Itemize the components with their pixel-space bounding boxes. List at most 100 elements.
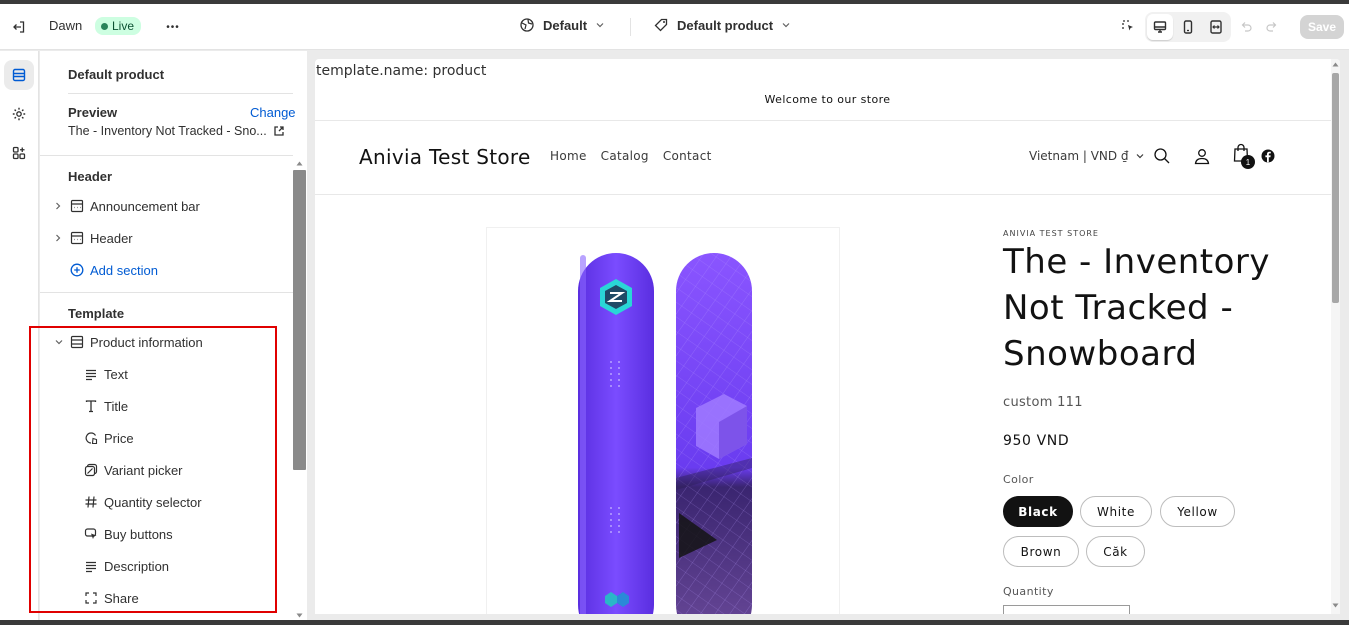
add-section-label: Add section [90, 262, 158, 278]
inspector-button[interactable] [1115, 13, 1141, 39]
chevron-down-icon [1136, 154, 1143, 159]
template-group-label: Template [68, 306, 125, 321]
mobile-icon [1183, 20, 1193, 34]
live-label: Live [112, 19, 135, 33]
announcement-text[interactable]: Welcome to our store [315, 93, 1340, 106]
scroll-up-arrow-icon [1332, 62, 1339, 67]
redo-icon [1266, 22, 1277, 32]
product-selector[interactable]: Default product [653, 17, 791, 33]
quantity-stepper[interactable] [1003, 605, 1130, 614]
section-announcement-bar[interactable]: Announcement bar [54, 196, 200, 216]
chevron-right-icon [54, 201, 64, 211]
add-section-button[interactable]: Add section [70, 260, 158, 280]
quantity-label: Quantity [1003, 585, 1054, 598]
sidebar-scrollbar[interactable] [293, 157, 307, 625]
fullwidth-view-button[interactable] [1203, 14, 1229, 40]
fullscreen-icon [1210, 20, 1222, 34]
color-option-yellow[interactable]: Yellow [1160, 496, 1235, 527]
storefront-preview: template.name: product Welcome to our st… [315, 59, 1340, 614]
header-group-label: Header [68, 169, 113, 184]
exit-icon[interactable] [6, 14, 32, 40]
redo-button[interactable] [1259, 14, 1285, 40]
desktop-icon [1153, 21, 1167, 33]
sections-tab[interactable] [4, 60, 34, 90]
color-option-brown[interactable]: Brown [1003, 536, 1079, 567]
cart-count-badge: 1 [1241, 155, 1255, 169]
nav-catalog[interactable]: Catalog [601, 149, 649, 163]
section-layout-icon [70, 199, 84, 213]
main-nav: Home Catalog Contact [550, 149, 712, 163]
divider [40, 155, 293, 156]
undo-button[interactable] [1233, 14, 1259, 40]
preview-scroll-thumb[interactable] [1332, 73, 1339, 303]
highlight-box [29, 326, 277, 613]
apps-icon [12, 146, 26, 160]
mobile-view-button[interactable] [1175, 14, 1201, 40]
preview-product-name: The - Inventory Not Tracked - Sno... [68, 124, 267, 138]
editor-topbar: Dawn Live ••• Default Default product Sa… [0, 4, 1349, 50]
divider [40, 292, 293, 293]
theme-name: Dawn [49, 18, 83, 33]
inspect-cursor-icon [1122, 20, 1133, 31]
color-option-black[interactable]: Black [1003, 496, 1073, 527]
product-image[interactable] [486, 227, 840, 614]
topbar-divider [630, 18, 631, 36]
store-logo-text[interactable]: Anivia Test Store [359, 145, 531, 169]
scroll-down-arrow-icon [296, 613, 303, 618]
product-text-block: custom 111 [1003, 395, 1083, 410]
apps-tab[interactable] [4, 138, 34, 168]
account-icon[interactable] [1193, 147, 1211, 165]
scroll-down-arrow-icon [1332, 603, 1339, 608]
color-option-cak[interactable]: Căk [1086, 536, 1145, 567]
color-option-label: Color [1003, 473, 1034, 486]
desktop-view-button[interactable] [1147, 14, 1173, 40]
sidebar-scroll-thumb[interactable] [293, 170, 306, 470]
preview-product-link[interactable]: The - Inventory Not Tracked - Sno... [68, 124, 285, 138]
live-badge: Live [95, 17, 142, 35]
product-selector-label: Default product [677, 17, 774, 33]
section-header[interactable]: Header [54, 228, 133, 248]
sidebar-title: Default product [68, 67, 165, 82]
divider [315, 120, 1340, 121]
template-selector[interactable]: Default [519, 17, 605, 33]
more-dots-icon: ••• [166, 21, 180, 33]
product-price: 950 VND [1003, 433, 1070, 449]
preview-label: Preview [68, 105, 118, 120]
nav-home[interactable]: Home [550, 149, 587, 163]
preview-canvas: template.name: product Welcome to our st… [307, 51, 1349, 625]
search-icon[interactable] [1153, 147, 1171, 165]
country-selector-label: Vietnam | VND ₫ [1029, 149, 1129, 163]
sections-icon [12, 68, 26, 82]
section-label: Announcement bar [90, 198, 200, 214]
chevron-down-icon [596, 23, 604, 28]
section-label: Header [90, 230, 133, 246]
cart-button[interactable]: 1 [1232, 143, 1255, 169]
theme-settings-tab[interactable] [4, 99, 34, 129]
scroll-up-arrow-icon [296, 161, 303, 166]
product-vendor: ANIVIA TEST STORE [1003, 229, 1099, 238]
section-layout-icon [70, 231, 84, 245]
divider [315, 194, 1340, 195]
color-option-white[interactable]: White [1080, 496, 1152, 527]
product-title: The - Inventory Not Tracked - Snowboard [1003, 242, 1271, 374]
country-selector[interactable]: Vietnam | VND ₫ [1029, 149, 1145, 163]
tag-icon [654, 18, 668, 32]
facebook-icon[interactable] [1261, 149, 1275, 163]
chevron-down-icon [782, 23, 790, 28]
snowboard-image [578, 253, 752, 614]
preview-scrollbar[interactable] [1331, 59, 1340, 614]
divider [68, 93, 293, 94]
globe-icon [520, 18, 534, 32]
plus-circle-icon [70, 263, 84, 277]
template-name-debug: template.name: product [316, 63, 487, 79]
window-bottom-strip [0, 620, 1349, 625]
nav-contact[interactable]: Contact [663, 149, 712, 163]
chevron-right-icon [54, 233, 64, 243]
gear-icon [12, 107, 26, 121]
save-button[interactable]: Save [1300, 15, 1344, 39]
more-actions-button[interactable]: ••• [160, 14, 186, 40]
template-selector-label: Default [543, 17, 588, 33]
live-dot-icon [101, 22, 108, 30]
change-preview-link[interactable]: Change [250, 105, 296, 120]
external-link-icon [274, 126, 284, 136]
